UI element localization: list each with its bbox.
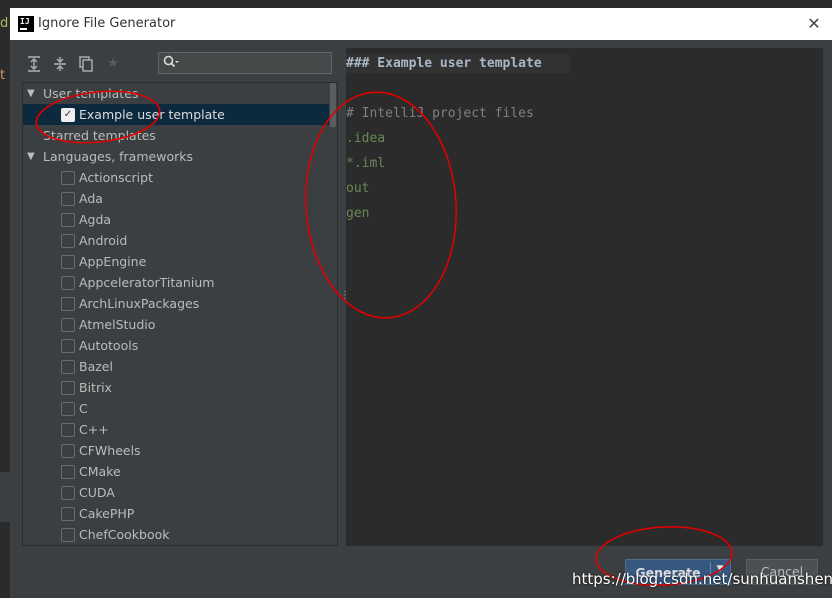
annotation-circle	[304, 91, 458, 319]
watermark-text: https://blog.csdn.net/sunhuansheng	[572, 570, 832, 588]
annotation-circle	[35, 90, 161, 144]
annotation-overlay	[35, 90, 733, 586]
